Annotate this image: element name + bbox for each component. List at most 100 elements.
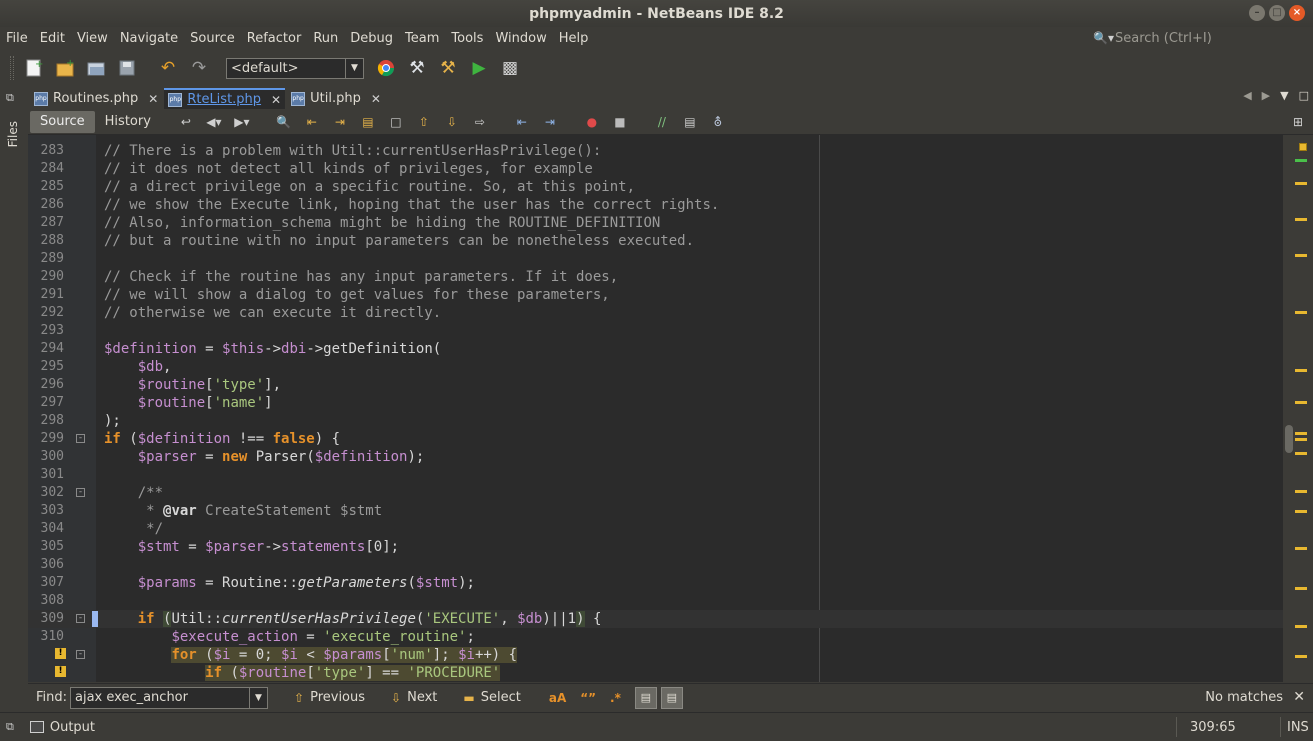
error-stripe[interactable]	[1283, 135, 1313, 682]
warning-mark[interactable]	[1295, 452, 1307, 455]
code-line[interactable]: ! if ($routine['type'] == 'PROCEDURE'	[28, 664, 1283, 682]
match-case-icon[interactable]: aA	[549, 691, 566, 705]
code-line[interactable]: 294 $definition = $this->dbi->getDefiniti…	[28, 340, 1283, 358]
restore-window-icon[interactable]: ⧉	[6, 91, 14, 105]
warning-mark[interactable]	[1295, 311, 1307, 314]
undo-icon[interactable]: ↶	[154, 54, 182, 82]
code-text[interactable]: // we will show a dialog to get values f…	[104, 286, 610, 304]
code-text[interactable]: $parser = new Parser($definition);	[104, 448, 425, 466]
code-line[interactable]: 303 * @var CreateStatement $stmt	[28, 502, 1283, 520]
code-text[interactable]: $db,	[104, 358, 172, 376]
close-icon[interactable]: ✕	[1293, 689, 1305, 705]
find-next-icon[interactable]: ⇥	[329, 112, 351, 132]
code-line[interactable]: 293	[28, 322, 1283, 340]
stop-macro-recording-icon[interactable]: ■	[609, 112, 631, 132]
new-project-icon[interactable]: +	[51, 54, 79, 82]
warning-icon[interactable]: !	[55, 648, 66, 659]
whole-words-icon[interactable]: “”	[580, 691, 596, 705]
minimize-button[interactable]: –	[1249, 5, 1265, 21]
forward-icon[interactable]: ▶▾	[231, 112, 253, 132]
menu-window[interactable]: Window	[489, 31, 552, 46]
warning-mark[interactable]	[1295, 438, 1307, 441]
code-line[interactable]: ! - for ($i = 0; $i < $params['num']; $i+…	[28, 646, 1283, 664]
code-text[interactable]: if ($routine['type'] == 'PROCEDURE'	[104, 664, 501, 682]
warning-mark[interactable]	[1295, 490, 1307, 493]
toggle-rectangular-selection-icon[interactable]: □	[385, 112, 407, 132]
menu-navigate[interactable]: Navigate	[114, 31, 184, 46]
code-line[interactable]: 300 $parser = new Parser($definition);	[28, 448, 1283, 466]
shift-right-icon[interactable]: ⇥	[539, 112, 561, 132]
code-text[interactable]: $definition = $this->dbi->getDefinition(	[104, 340, 441, 358]
find-select-button[interactable]: ▬ Select	[463, 690, 520, 705]
debug-icon[interactable]: ▩	[496, 54, 524, 82]
code-text[interactable]: * @var CreateStatement $stmt	[104, 502, 382, 520]
code-text[interactable]: for ($i = 0; $i < $params['num']; $i++) …	[104, 646, 518, 664]
find-input[interactable]: ajax exec_anchor ▼	[70, 686, 269, 709]
warning-mark[interactable]	[1295, 218, 1307, 221]
code-editor[interactable]: 283 // There is a problem with Util::curr…	[28, 135, 1283, 682]
code-line[interactable]: 298);	[28, 412, 1283, 430]
next-bookmark-icon[interactable]: ⇩	[441, 112, 463, 132]
code-line[interactable]: 292 // otherwise we can execute it direct…	[28, 304, 1283, 322]
split-window-icon[interactable]: ⊞	[1287, 112, 1309, 132]
configuration-select[interactable]: <default> ▼	[226, 57, 364, 79]
uncomment-icon[interactable]: ▤	[679, 112, 701, 132]
code-line[interactable]: 305 $stmt = $parser->statements[0];	[28, 538, 1283, 556]
database-icon[interactable]: ⛢	[707, 112, 729, 132]
code-line[interactable]: 296 $routine['type'],	[28, 376, 1283, 394]
toggle-bookmark-icon[interactable]: ⇨	[469, 112, 491, 132]
code-text[interactable]: $routine['name']	[104, 394, 273, 412]
open-project-icon[interactable]	[82, 54, 110, 82]
code-text[interactable]: // a direct privilege on a specific rout…	[104, 178, 635, 196]
code-line[interactable]: 289	[28, 250, 1283, 268]
code-line[interactable]: 285 // a direct privilege on a specific r…	[28, 178, 1283, 196]
code-line[interactable]: 288 // but a routine with no input parame…	[28, 232, 1283, 250]
code-line[interactable]: 302 - /**	[28, 484, 1283, 502]
code-line[interactable]: 310 $execute_action = 'execute_routine';	[28, 628, 1283, 646]
output-window-button[interactable]: Output	[29, 720, 95, 735]
code-line[interactable]: 306	[28, 556, 1283, 574]
code-line[interactable]: 284 // it does not detect all kinds of pr…	[28, 160, 1283, 178]
maximize-window-icon[interactable]: □	[1299, 89, 1309, 102]
menu-view[interactable]: View	[71, 31, 114, 46]
find-previous-button[interactable]: ⇧ Previous	[294, 690, 365, 705]
menu-run[interactable]: Run	[307, 31, 344, 46]
warning-mark[interactable]	[1295, 547, 1307, 550]
code-line[interactable]: 295 $db,	[28, 358, 1283, 376]
restore-window-icon[interactable]: ⧉	[6, 720, 14, 734]
warning-icon[interactable]: !	[55, 666, 66, 677]
toolbar-grip[interactable]	[10, 56, 14, 80]
toggle-highlight-icon[interactable]: ▤	[357, 112, 379, 132]
fold-toggle-icon[interactable]: -	[76, 650, 85, 659]
menu-debug[interactable]: Debug	[344, 31, 399, 46]
clean-build-icon[interactable]: ⚒	[434, 54, 462, 82]
chevron-down-icon[interactable]: ▼	[249, 687, 267, 708]
code-line[interactable]: 286 // we show the Execute link, hoping t…	[28, 196, 1283, 214]
menu-file[interactable]: File	[0, 31, 34, 46]
warning-mark[interactable]	[1295, 587, 1307, 590]
find-next-button[interactable]: ⇩ Next	[391, 690, 437, 705]
save-all-icon[interactable]	[113, 54, 141, 82]
code-line[interactable]: 290 // Check if the routine has any input…	[28, 268, 1283, 286]
code-line[interactable]: 297 $routine['name']	[28, 394, 1283, 412]
start-macro-recording-icon[interactable]: ●	[581, 112, 603, 132]
code-text[interactable]: // Check if the routine has any input pa…	[104, 268, 618, 286]
menu-help[interactable]: Help	[553, 31, 595, 46]
last-edit-icon[interactable]: ↩	[175, 112, 197, 132]
warning-mark[interactable]	[1295, 254, 1307, 257]
code-line[interactable]: 308	[28, 592, 1283, 610]
regex-icon[interactable]: .*	[610, 691, 621, 705]
shift-left-icon[interactable]: ⇤	[511, 112, 533, 132]
find-selection-icon[interactable]: 🔍	[273, 112, 295, 132]
code-text[interactable]: $execute_action = 'execute_routine';	[104, 628, 474, 646]
warning-mark[interactable]	[1295, 432, 1307, 435]
code-text[interactable]: // There is a problem with Util::current…	[104, 142, 601, 160]
new-file-icon[interactable]: +	[20, 54, 48, 82]
files-panel-tab[interactable]: Files	[6, 121, 20, 147]
code-text[interactable]: $params = Routine::getParameters($stmt);	[104, 574, 475, 592]
previous-bookmark-icon[interactable]: ⇧	[413, 112, 435, 132]
scroll-right-icon[interactable]: ▶	[1262, 89, 1270, 102]
fold-toggle-icon[interactable]: -	[76, 434, 85, 443]
code-text[interactable]: // we show the Execute link, hoping that…	[104, 196, 719, 214]
code-text[interactable]: // it does not detect all kinds of privi…	[104, 160, 593, 178]
